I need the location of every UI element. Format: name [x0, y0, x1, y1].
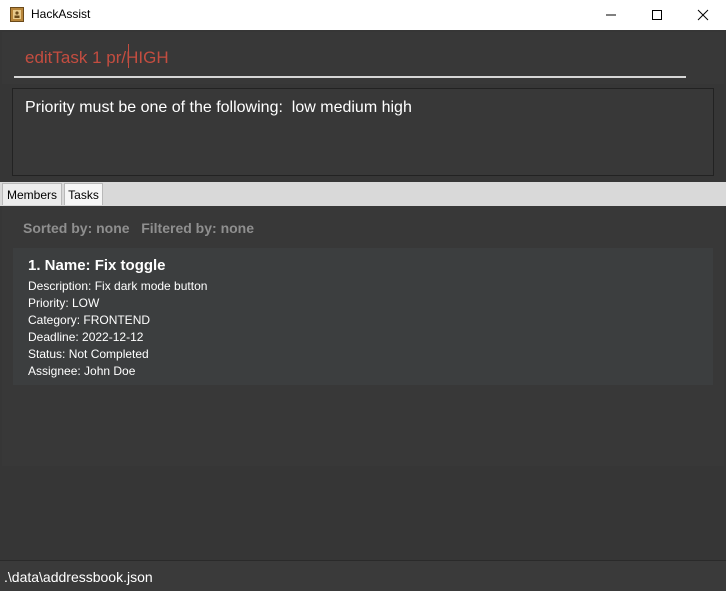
task-status: Status: Not Completed — [28, 347, 149, 361]
task-description: Description: Fix dark mode button — [28, 279, 208, 293]
task-deadline: Deadline: 2022-12-12 — [28, 330, 144, 344]
data-file-path: .\data\addressbook.json — [4, 569, 153, 585]
close-icon — [697, 9, 709, 21]
command-input[interactable]: editTask 1 pr/HIGH — [14, 42, 686, 78]
title-bar: HackAssist — [0, 0, 726, 30]
task-category: Category: FRONTEND — [28, 313, 151, 327]
command-text: editTask 1 pr/HIGH — [25, 48, 169, 67]
maximize-icon — [652, 10, 662, 20]
minimize-button[interactable] — [588, 0, 634, 30]
main-window: editTask 1 pr/HIGH Priority must be one … — [0, 30, 726, 591]
result-display: Priority must be one of the following: l… — [12, 88, 714, 176]
task-priority: Priority: LOW — [28, 296, 100, 310]
app-icon — [10, 7, 24, 22]
task-assignee: Assignee: John Doe — [28, 364, 136, 378]
empty-list-area — [2, 466, 724, 558]
command-box: editTask 1 pr/HIGH — [2, 32, 724, 84]
sort-filter-status: Sorted by: none Filtered by: none — [23, 220, 255, 236]
tab-tasks[interactable]: Tasks — [64, 183, 103, 205]
window-title: HackAssist — [31, 7, 91, 21]
task-list-panel: Sorted by: none Filtered by: none 1. Nam… — [2, 206, 724, 466]
status-bar: .\data\addressbook.json — [0, 560, 726, 591]
task-card[interactable]: 1. Name: Fix toggle Description: Fix dar… — [13, 248, 713, 385]
minimize-icon — [606, 14, 616, 16]
tab-bar: Members Tasks — [0, 182, 726, 206]
maximize-button[interactable] — [634, 0, 680, 30]
close-button[interactable] — [680, 0, 726, 30]
tab-members[interactable]: Members — [2, 183, 62, 205]
result-message: Priority must be one of the following: l… — [25, 99, 412, 116]
text-caret — [128, 44, 129, 68]
task-name: 1. Name: Fix toggle — [28, 257, 166, 274]
